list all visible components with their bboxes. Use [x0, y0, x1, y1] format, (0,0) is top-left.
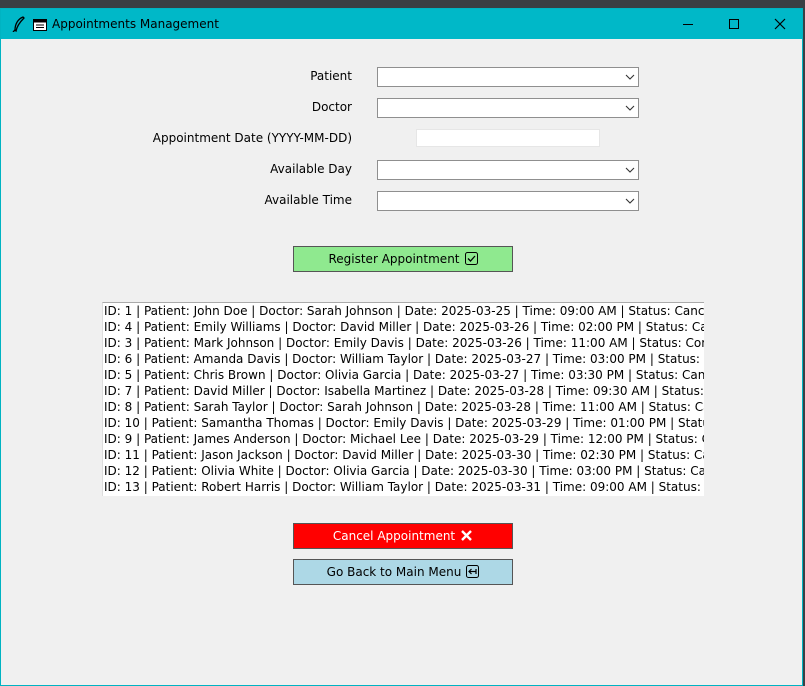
maximize-icon: [729, 19, 739, 29]
appointment-list-item[interactable]: ID: 5 | Patient: Chris Brown | Doctor: O…: [103, 367, 704, 383]
cancel-appointment-button[interactable]: Cancel Appointment: [293, 523, 513, 549]
cross-icon: [461, 530, 472, 541]
available-day-label: Available Day: [270, 162, 352, 176]
appointments-list[interactable]: ID: 1 | Patient: John Doe | Doctor: Sara…: [102, 302, 704, 496]
calendar-icon: [33, 19, 47, 31]
doctor-label: Doctor: [311, 100, 352, 114]
appointment-list-item[interactable]: ID: 9 | Patient: James Anderson | Doctor…: [103, 431, 704, 447]
appointment-list-item[interactable]: ID: 8 | Patient: Sarah Taylor | Doctor: …: [103, 399, 704, 415]
appointment-list-item[interactable]: ID: 3 | Patient: Mark Johnson | Doctor: …: [103, 335, 704, 351]
chevron-down-icon: [625, 167, 635, 173]
appointment-list-item[interactable]: ID: 6 | Patient: Amanda Davis | Doctor: …: [103, 351, 704, 367]
patient-select[interactable]: [377, 67, 639, 87]
patient-label: Patient: [310, 69, 352, 83]
available-time-label: Available Time: [264, 193, 353, 207]
minimize-icon: [683, 24, 693, 25]
back-to-main-menu-label: Go Back to Main Menu: [326, 565, 462, 579]
checkbox-icon: [464, 252, 478, 265]
appointments-window: Appointments Management Patient Doctor A…: [0, 8, 803, 686]
appointment-date-label: Appointment Date (YYYY-MM-DD): [152, 131, 352, 145]
appointment-list-item[interactable]: ID: 4 | Patient: Emily Williams | Doctor…: [103, 319, 704, 335]
available-time-select[interactable]: [377, 191, 639, 211]
close-icon: [774, 18, 786, 30]
chevron-down-icon: [625, 198, 635, 204]
feather-icon: [12, 16, 25, 32]
back-to-main-menu-button[interactable]: Go Back to Main Menu: [293, 559, 513, 585]
cancel-appointment-label: Cancel Appointment: [332, 529, 456, 543]
appointment-list-item[interactable]: ID: 13 | Patient: Robert Harris | Doctor…: [103, 479, 704, 495]
doctor-select[interactable]: [377, 98, 639, 118]
appointment-list-item[interactable]: ID: 10 | Patient: Samantha Thomas | Doct…: [103, 415, 704, 431]
chevron-down-icon: [625, 74, 635, 80]
title-bar[interactable]: Appointments Management: [1, 9, 802, 39]
appointment-list-item[interactable]: ID: 11 | Patient: Jason Jackson | Doctor…: [103, 447, 704, 463]
window-title: Appointments Management: [52, 17, 219, 31]
appointment-date-input[interactable]: [416, 129, 600, 147]
chevron-down-icon: [625, 105, 635, 111]
available-day-select[interactable]: [377, 160, 639, 180]
maximize-button[interactable]: [711, 9, 757, 39]
close-button[interactable]: [757, 9, 803, 39]
register-appointment-label: Register Appointment: [328, 252, 460, 266]
appointment-list-item[interactable]: ID: 12 | Patient: Olivia White | Doctor:…: [103, 463, 704, 479]
register-appointment-button[interactable]: Register Appointment: [293, 246, 513, 272]
appointment-list-item[interactable]: ID: 7 | Patient: David Miller | Doctor: …: [103, 383, 704, 399]
back-arrow-icon: [466, 565, 480, 578]
minimize-button[interactable]: [665, 9, 711, 39]
appointment-list-item[interactable]: ID: 1 | Patient: John Doe | Doctor: Sara…: [103, 303, 704, 319]
